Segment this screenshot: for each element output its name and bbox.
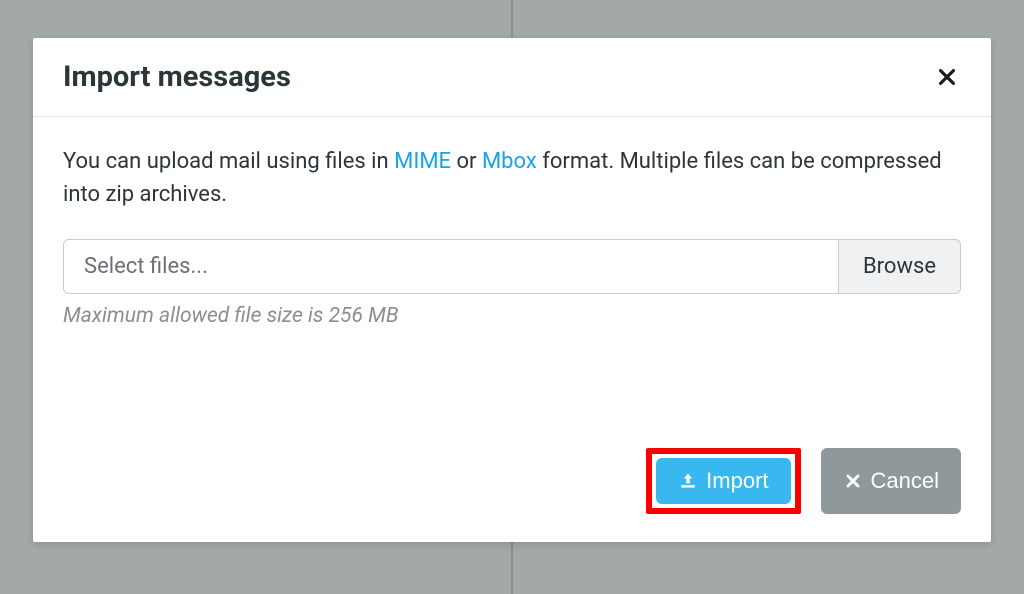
cancel-icon [843, 471, 863, 491]
file-select-display[interactable]: Select files... [64, 240, 838, 293]
highlight-annotation: Import [646, 448, 800, 514]
dialog-title: Import messages [63, 60, 291, 94]
instruction-text: You can upload mail using files in MIME … [63, 145, 961, 211]
instruction-or: or [451, 149, 482, 174]
close-button[interactable] [933, 63, 961, 91]
file-input-row: Select files... Browse [63, 239, 961, 294]
close-icon [936, 66, 958, 88]
upload-icon [678, 471, 698, 491]
cancel-button-label: Cancel [871, 468, 939, 494]
dialog-footer: Import Cancel [33, 348, 991, 542]
import-messages-dialog: Import messages You can upload mail usin… [33, 38, 991, 542]
dialog-body: You can upload mail using files in MIME … [33, 117, 991, 348]
browse-button[interactable]: Browse [838, 240, 960, 293]
instruction-pre: You can upload mail using files in [63, 149, 394, 174]
import-button-label: Import [706, 468, 768, 494]
import-button[interactable]: Import [656, 458, 790, 504]
mime-link[interactable]: MIME [394, 149, 451, 174]
file-size-hint: Maximum allowed file size is 256 MB [63, 304, 961, 328]
dialog-header: Import messages [33, 38, 991, 117]
cancel-button[interactable]: Cancel [821, 448, 961, 514]
mbox-link[interactable]: Mbox [482, 149, 537, 174]
